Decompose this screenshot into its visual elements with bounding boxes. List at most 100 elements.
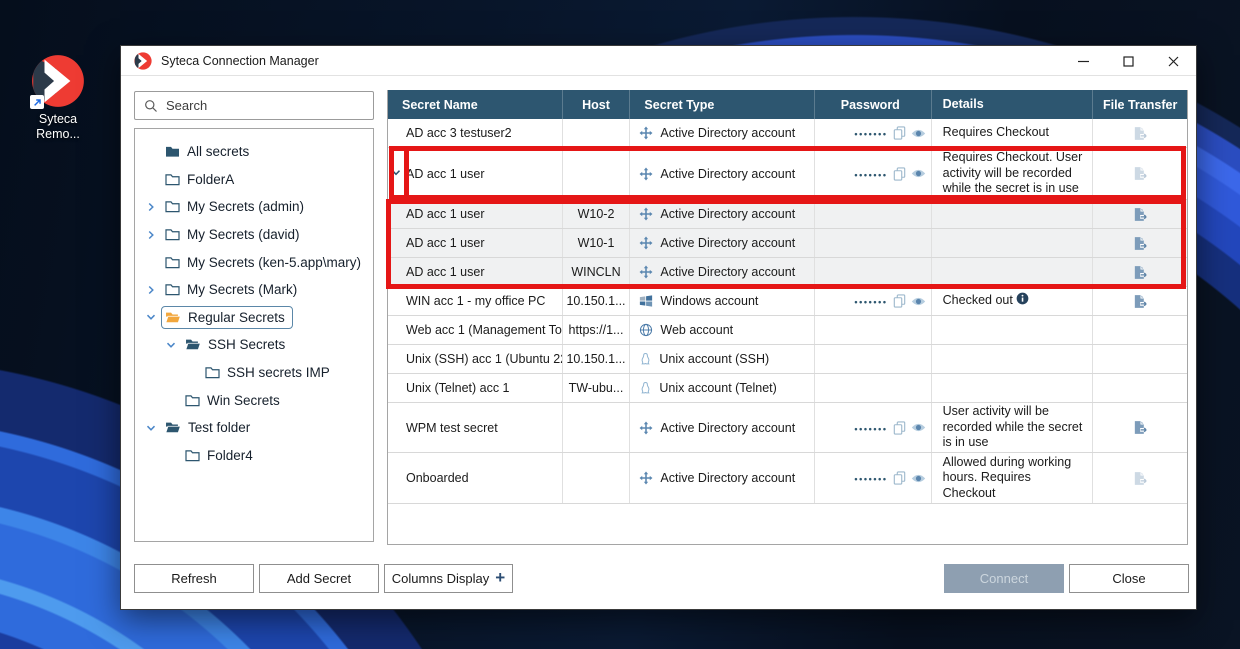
secret-name: AD acc 1 user [406,167,562,181]
close-window-button[interactable] [1151,46,1196,76]
chevron-right-icon[interactable] [144,200,161,214]
file-transfer-icon[interactable] [1132,207,1149,222]
minimize-button[interactable] [1061,46,1106,76]
active-directory-icon [639,421,653,435]
tree-item-label: SSH Secrets [208,337,285,352]
desktop-shortcut-label: Syteca Remo... [14,112,102,142]
tree-item-my-secrets-admin[interactable]: My Secrets (admin) [135,193,373,221]
tree-item-my-secrets-ken-5-app-mary[interactable]: My Secrets (ken-5.app\mary) [135,248,373,276]
copy-password-icon[interactable] [893,421,906,435]
active-directory-icon [639,236,653,250]
file-transfer-icon [1132,126,1149,141]
active-directory-icon [639,265,653,279]
column-header-secret-type[interactable]: Secret Type [629,90,814,119]
info-icon[interactable] [1013,294,1029,308]
table-row-unix-ssh-acc-1-ubuntu-22-0-7[interactable]: Unix (SSH) acc 1 (Ubuntu 22.010.150.1...… [388,345,1187,374]
password-mask: ••••••• [854,472,887,484]
tree-item-all-secrets[interactable]: All secrets [135,138,373,166]
reveal-password-icon[interactable] [911,128,926,139]
row-expand-chevron-icon[interactable] [389,165,403,182]
secret-type-label: Active Directory account [660,167,795,181]
table-header-row: Secret Name Host Secret Type Password De… [388,90,1187,119]
chevron-right-icon[interactable] [144,283,161,297]
table-row-onboarded-10[interactable]: OnboardedActive Directory account•••••••… [388,453,1187,504]
table-row-wpm-test-secret-9[interactable]: WPM test secretActive Directory account•… [388,403,1187,453]
table-row-web-acc-1-management-too-6[interactable]: Web acc 1 (Management Toohttps://1...Web… [388,316,1187,345]
tree-item-my-secrets-mark[interactable]: My Secrets (Mark) [135,276,373,304]
column-header-host[interactable]: Host [562,90,630,119]
file-transfer-icon[interactable] [1132,236,1149,251]
details-text: User activity will be recorded while the… [943,404,1083,449]
tree-item-my-secrets-david[interactable]: My Secrets (david) [135,221,373,249]
chevron-down-icon[interactable] [164,338,181,352]
tree-item-folder4[interactable]: Folder4 [135,442,373,470]
chevron-right-icon[interactable] [144,228,161,242]
add-secret-button[interactable]: Add Secret [259,564,379,593]
password-mask: ••••••• [854,422,887,434]
window-title: Syteca Connection Manager [161,54,319,68]
file-transfer-icon[interactable] [1132,420,1149,435]
secret-name: Unix (Telnet) acc 1 [406,381,562,395]
password-mask: ••••••• [854,295,887,307]
refresh-button[interactable]: Refresh [134,564,254,593]
copy-password-icon[interactable] [893,167,906,181]
table-row-ad-acc-1-user-2[interactable]: AD acc 1 userW10-2Active Directory accou… [388,200,1187,229]
search-input[interactable] [166,98,373,113]
table-row-win-acc-1-my-office-pc-5[interactable]: WIN acc 1 - my office PC10.150.1...Windo… [388,287,1187,316]
table-row-ad-acc-1-user-4[interactable]: AD acc 1 userWINCLNActive Directory acco… [388,258,1187,287]
table-row-ad-acc-1-user-1[interactable]: AD acc 1 userActive Directory account•••… [388,148,1187,200]
connect-button[interactable]: Connect [944,564,1064,593]
active-directory-icon [639,471,653,485]
table-empty-area [388,504,1187,543]
secret-name: WIN acc 1 - my office PC [406,294,562,308]
reveal-password-icon[interactable] [911,296,926,307]
tree-item-regular-secrets[interactable]: Regular Secrets [135,304,373,332]
search-input-wrapper [134,91,374,120]
chevron-down-icon[interactable] [144,310,161,324]
tree-item-foldera[interactable]: FolderA [135,166,373,194]
reveal-password-icon[interactable] [911,422,926,433]
tree-item-label: SSH secrets IMP [227,365,330,380]
desktop-shortcut-syteca[interactable]: Syteca Remo... [14,54,102,142]
secret-name: AD acc 1 user [406,207,562,221]
tree-item-ssh-secrets-imp[interactable]: SSH secrets IMP [135,359,373,387]
syteca-connection-manager-window: Syteca Connection Manager All secretsFol… [120,45,1197,610]
details-text: Requires Checkout [943,125,1049,139]
column-header-password[interactable]: Password [814,90,931,119]
column-header-details[interactable]: Details [931,90,1093,119]
file-transfer-icon [1132,166,1149,181]
chevron-down-icon[interactable] [144,421,161,435]
copy-password-icon[interactable] [893,126,906,140]
copy-password-icon[interactable] [893,471,906,485]
table-row-ad-acc-1-user-3[interactable]: AD acc 1 userW10-1Active Directory accou… [388,229,1187,258]
maximize-button[interactable] [1106,46,1151,76]
unix-icon [639,352,652,366]
details-text: Allowed during working hours. Requires C… [943,455,1072,500]
reveal-password-icon[interactable] [911,473,926,484]
table-row-ad-acc-3-testuser2-0[interactable]: AD acc 3 testuser2Active Directory accou… [388,119,1187,148]
columns-display-button[interactable]: Columns Display+ [384,564,513,593]
active-directory-icon [639,126,653,140]
folder-open-yellow-icon [165,311,181,324]
secret-type-label: Active Directory account [660,421,795,435]
folder-outline-icon [165,228,180,241]
file-transfer-icon[interactable] [1132,265,1149,280]
secret-type-label: Unix account (Telnet) [659,381,776,395]
tree-item-test-folder[interactable]: Test folder [135,414,373,442]
host-value: W10-1 [578,236,615,250]
table-row-unix-telnet-acc-1-8[interactable]: Unix (Telnet) acc 1TW-ubu...Unix account… [388,374,1187,403]
column-header-secret-name[interactable]: Secret Name [388,90,562,119]
secret-name: AD acc 1 user [406,265,562,279]
title-bar[interactable]: Syteca Connection Manager [121,46,1196,76]
web-icon [639,323,653,337]
reveal-password-icon[interactable] [911,168,926,179]
tree-item-win-secrets[interactable]: Win Secrets [135,386,373,414]
close-button[interactable]: Close [1069,564,1189,593]
column-header-file-transfer[interactable]: File Transfer [1092,90,1187,119]
secret-type-label: Active Directory account [660,126,795,140]
folder-tree: All secretsFolderAMy Secrets (admin)My S… [134,128,374,542]
file-transfer-icon[interactable] [1132,294,1149,309]
details-text: Requires Checkout. User activity will be… [943,150,1083,195]
copy-password-icon[interactable] [893,294,906,308]
tree-item-ssh-secrets[interactable]: SSH Secrets [135,331,373,359]
